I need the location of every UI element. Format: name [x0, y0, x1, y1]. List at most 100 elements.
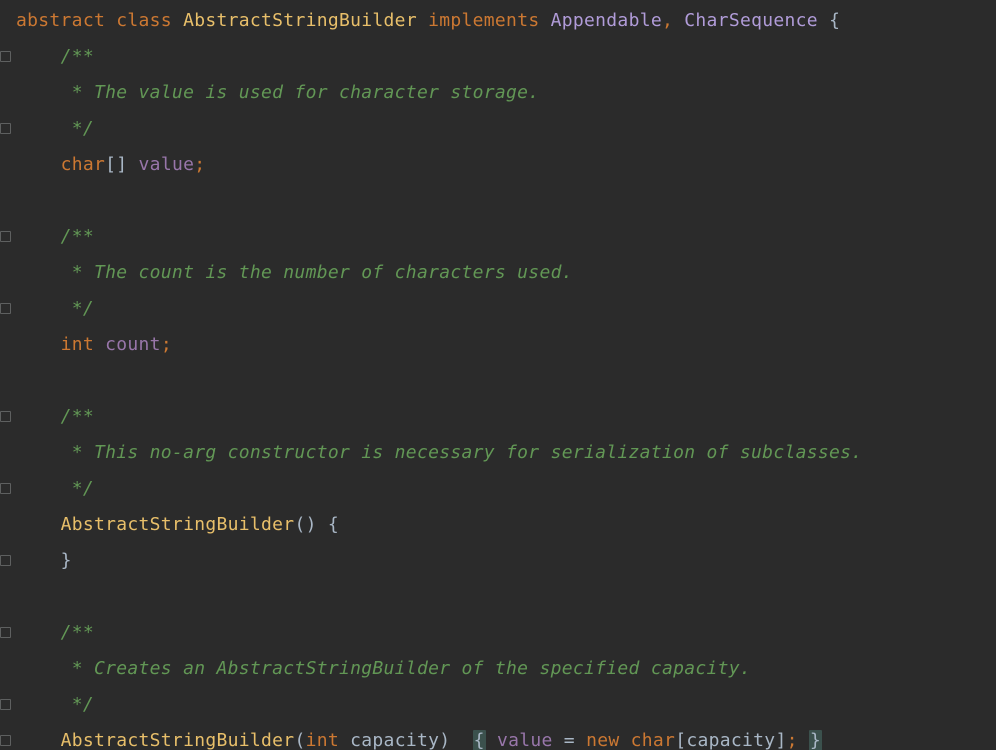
javadoc-close: */: [61, 478, 94, 499]
code-line[interactable]: char[] value;: [0, 146, 996, 182]
gutter: [0, 506, 14, 542]
fold-icon: [0, 231, 11, 242]
javadoc-close: */: [61, 694, 94, 715]
param-capacity: capacity: [686, 730, 775, 750]
code: int count;: [14, 334, 172, 355]
open-brace-highlighted: {: [473, 730, 486, 750]
javadoc-text: * This no-arg constructor is necessary f…: [61, 442, 863, 463]
gutter: [0, 2, 14, 38]
assign-op: =: [553, 730, 586, 750]
code-line[interactable]: /**: [0, 614, 996, 650]
parens: (): [294, 514, 316, 535]
type-int: int: [61, 334, 94, 355]
code: /**: [14, 46, 94, 67]
javadoc-open: /**: [61, 406, 94, 427]
fold-marker[interactable]: [0, 470, 14, 506]
javadoc-text: * Creates an AbstractStringBuilder of th…: [61, 658, 752, 679]
code: * This no-arg constructor is necessary f…: [14, 442, 862, 463]
code-line[interactable]: * This no-arg constructor is necessary f…: [0, 434, 996, 470]
code: * The value is used for character storag…: [14, 82, 539, 103]
code: * The count is the number of characters …: [14, 262, 573, 283]
comma: ,: [662, 10, 673, 31]
code-line[interactable]: /**: [0, 218, 996, 254]
fold-icon: [0, 51, 11, 62]
code-line[interactable]: abstract class AbstractStringBuilder imp…: [0, 2, 996, 38]
fold-marker[interactable]: [0, 38, 14, 74]
param-capacity: capacity: [350, 730, 439, 750]
interface-charsequence: CharSequence: [684, 10, 818, 31]
close-paren: ): [439, 730, 450, 750]
constructor-name: AbstractStringBuilder: [61, 730, 295, 750]
code: * Creates an AbstractStringBuilder of th…: [14, 658, 751, 679]
fold-marker[interactable]: [0, 290, 14, 326]
code: */: [14, 298, 94, 319]
code: }: [14, 550, 72, 571]
semicolon: ;: [194, 154, 205, 175]
fold-icon: [0, 483, 11, 494]
keyword-class: class: [116, 10, 172, 31]
type-int: int: [306, 730, 339, 750]
fold-marker[interactable]: [0, 722, 14, 750]
code-line[interactable]: */: [0, 686, 996, 722]
open-paren: (: [294, 730, 305, 750]
gutter: [0, 650, 14, 686]
code-line[interactable]: /**: [0, 38, 996, 74]
code-line[interactable]: [0, 182, 996, 218]
code: char[] value;: [14, 154, 205, 175]
gutter: [0, 254, 14, 290]
code: AbstractStringBuilder(int capacity) { va…: [14, 730, 822, 750]
javadoc-close: */: [61, 298, 94, 319]
code-line[interactable]: }: [0, 542, 996, 578]
gutter: [0, 362, 14, 398]
javadoc-open: /**: [61, 622, 94, 643]
fold-marker[interactable]: [0, 542, 14, 578]
code: */: [14, 694, 94, 715]
code-line[interactable]: [0, 578, 996, 614]
close-brace: }: [61, 550, 72, 571]
code-line[interactable]: */: [0, 470, 996, 506]
code: /**: [14, 622, 94, 643]
code-line[interactable]: AbstractStringBuilder() {: [0, 506, 996, 542]
semicolon: ;: [787, 730, 798, 750]
open-brace: {: [829, 10, 840, 31]
code-line[interactable]: */: [0, 110, 996, 146]
fold-icon: [0, 303, 11, 314]
fold-marker[interactable]: [0, 686, 14, 722]
close-brace-highlighted: }: [809, 730, 822, 750]
keyword-new: new: [586, 730, 619, 750]
fold-icon: [0, 627, 11, 638]
javadoc-close: */: [61, 118, 94, 139]
fold-marker[interactable]: [0, 398, 14, 434]
constructor-name: AbstractStringBuilder: [61, 514, 295, 535]
field-value: value: [139, 154, 195, 175]
javadoc-text: * The value is used for character storag…: [61, 82, 540, 103]
fold-marker[interactable]: [0, 110, 14, 146]
fold-icon: [0, 699, 11, 710]
code-line[interactable]: int count;: [0, 326, 996, 362]
code: /**: [14, 406, 94, 427]
code: */: [14, 118, 94, 139]
code-line[interactable]: AbstractStringBuilder(int capacity) { va…: [0, 722, 996, 750]
code-line[interactable]: [0, 362, 996, 398]
gutter: [0, 578, 14, 614]
gutter: [0, 434, 14, 470]
code-line[interactable]: /**: [0, 398, 996, 434]
code-line[interactable]: * The value is used for character storag…: [0, 74, 996, 110]
javadoc-open: /**: [61, 46, 94, 67]
code-line[interactable]: * The count is the number of characters …: [0, 254, 996, 290]
fold-marker[interactable]: [0, 614, 14, 650]
fold-icon: [0, 123, 11, 134]
open-brace: {: [328, 514, 339, 535]
gutter: [0, 146, 14, 182]
field-count: count: [105, 334, 161, 355]
fold-marker[interactable]: [0, 218, 14, 254]
code-editor[interactable]: abstract class AbstractStringBuilder imp…: [0, 0, 996, 750]
fold-icon: [0, 411, 11, 422]
code-line[interactable]: * Creates an AbstractStringBuilder of th…: [0, 650, 996, 686]
gutter: [0, 326, 14, 362]
type-char: char: [61, 154, 106, 175]
gutter: [0, 74, 14, 110]
interface-appendable: Appendable: [551, 10, 662, 31]
code-line[interactable]: */: [0, 290, 996, 326]
field-value: value: [497, 730, 553, 750]
